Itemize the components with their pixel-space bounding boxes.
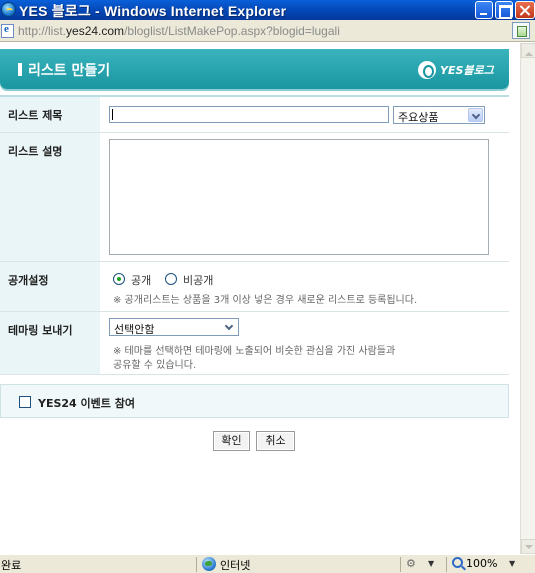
- theme-select[interactable]: 선택안함: [109, 318, 239, 336]
- protected-mode-icon[interactable]: ⚙: [406, 558, 418, 570]
- yes-blog-logo: YES블로그: [418, 60, 494, 80]
- status-divider: [196, 557, 197, 572]
- title-label-cell: 리스트 제목: [0, 97, 100, 132]
- yes-logo-icon: [418, 61, 436, 79]
- ie-app-icon: [1, 2, 16, 17]
- visibility-row: 공개설정 공개 비공개 ※ 공개리스트는 상품을 3개 이상 넣은 경우 새로운…: [0, 262, 509, 312]
- status-text: 완료: [1, 559, 22, 572]
- category-select[interactable]: 주요상품: [393, 106, 485, 124]
- theme-note-line2: 공유할 수 있습니다.: [113, 360, 197, 371]
- chevron-down-icon[interactable]: ▼: [509, 559, 515, 568]
- visibility-label-cell: 공개설정: [0, 262, 100, 311]
- theme-row: 테마링 보내기 선택안함 ※ 테마를 선택하면 테마링에 노출되어 비슷한 관심…: [0, 312, 509, 375]
- event-row: YES24 이벤트 참여: [0, 384, 509, 418]
- window-titlebar: YES 블로그 - Windows Internet Explorer: [0, 0, 535, 20]
- title-row: 리스트 제목 주요상품: [0, 97, 509, 133]
- chevron-down-icon[interactable]: [222, 320, 237, 334]
- logo-text: YES블로그: [440, 64, 494, 77]
- theme-note-line1: ※ 테마를 선택하면 테마링에 노출되어 비슷한 관심을 가진 사람들과: [113, 346, 396, 357]
- page-title: 리스트 만들기: [28, 63, 111, 79]
- status-divider: [400, 557, 401, 572]
- close-button[interactable]: [515, 1, 535, 19]
- chevron-down-icon[interactable]: [468, 108, 483, 122]
- minimize-button[interactable]: [475, 1, 493, 19]
- maximize-button[interactable]: [495, 1, 513, 19]
- theme-label-cell: 테마링 보내기: [0, 312, 100, 374]
- window-title: YES 블로그 - Windows Internet Explorer: [19, 3, 287, 19]
- public-radio[interactable]: [113, 273, 125, 285]
- status-bar: 완료 인터넷 ⚙ ▼ 100% ▼: [0, 554, 535, 573]
- certificate-icon[interactable]: [512, 22, 530, 39]
- url-domain: yes24.com: [66, 24, 125, 38]
- event-checkbox[interactable]: [19, 396, 31, 408]
- zoom-level[interactable]: 100%: [466, 557, 497, 570]
- theme-selected-value: 선택안함: [114, 323, 155, 336]
- description-label: 리스트 설명: [8, 145, 63, 158]
- visibility-label: 공개설정: [8, 274, 49, 287]
- confirm-button[interactable]: 확인: [213, 431, 250, 451]
- chevron-down-icon[interactable]: ▼: [428, 559, 434, 568]
- address-url[interactable]: http://list.yes24.com/bloglist/ListMakeP…: [18, 23, 508, 39]
- description-textarea[interactable]: [109, 139, 489, 255]
- page-icon: [1, 23, 14, 38]
- scroll-up-arrow-icon[interactable]: [521, 43, 535, 58]
- cancel-button[interactable]: 취소: [256, 431, 295, 451]
- header-bar-marker: [18, 63, 22, 76]
- visibility-note: ※ 공개리스트는 상품을 3개 이상 넣은 경우 새로운 리스트로 등록됩니다.: [113, 295, 418, 306]
- list-title-input[interactable]: [109, 106, 389, 123]
- vertical-scrollbar[interactable]: [520, 43, 535, 554]
- description-label-cell: 리스트 설명: [0, 133, 100, 261]
- scroll-down-arrow-icon[interactable]: [521, 539, 535, 554]
- security-zone-text: 인터넷: [220, 559, 251, 572]
- event-label[interactable]: YES24 이벤트 참여: [38, 395, 135, 411]
- category-selected-value: 주요상품: [398, 111, 439, 124]
- address-bar: http://list.yes24.com/bloglist/ListMakeP…: [0, 20, 535, 42]
- popup-content: 리스트 만들기 YES블로그 리스트 제목 주요상품 리스트 설명 공개설정 공…: [0, 43, 520, 554]
- description-row: 리스트 설명: [0, 133, 509, 262]
- status-divider: [446, 557, 447, 572]
- list-form: 리스트 제목 주요상품 리스트 설명 공개설정 공개 비공개 ※ 공개리스트는 …: [0, 95, 509, 375]
- text-caret: [112, 109, 113, 120]
- url-prefix: http://list.: [18, 24, 67, 38]
- zoom-icon[interactable]: [452, 557, 463, 568]
- list-header: 리스트 만들기 YES블로그: [0, 49, 509, 89]
- public-radio-label[interactable]: 공개: [131, 272, 151, 288]
- url-path: /bloglist/ListMakePop.aspx?blogid=lugali: [124, 24, 340, 38]
- private-radio[interactable]: [165, 273, 177, 285]
- title-label: 리스트 제목: [8, 109, 63, 122]
- theme-label: 테마링 보내기: [8, 324, 73, 337]
- globe-icon: [202, 557, 216, 571]
- private-radio-label[interactable]: 비공개: [183, 272, 213, 288]
